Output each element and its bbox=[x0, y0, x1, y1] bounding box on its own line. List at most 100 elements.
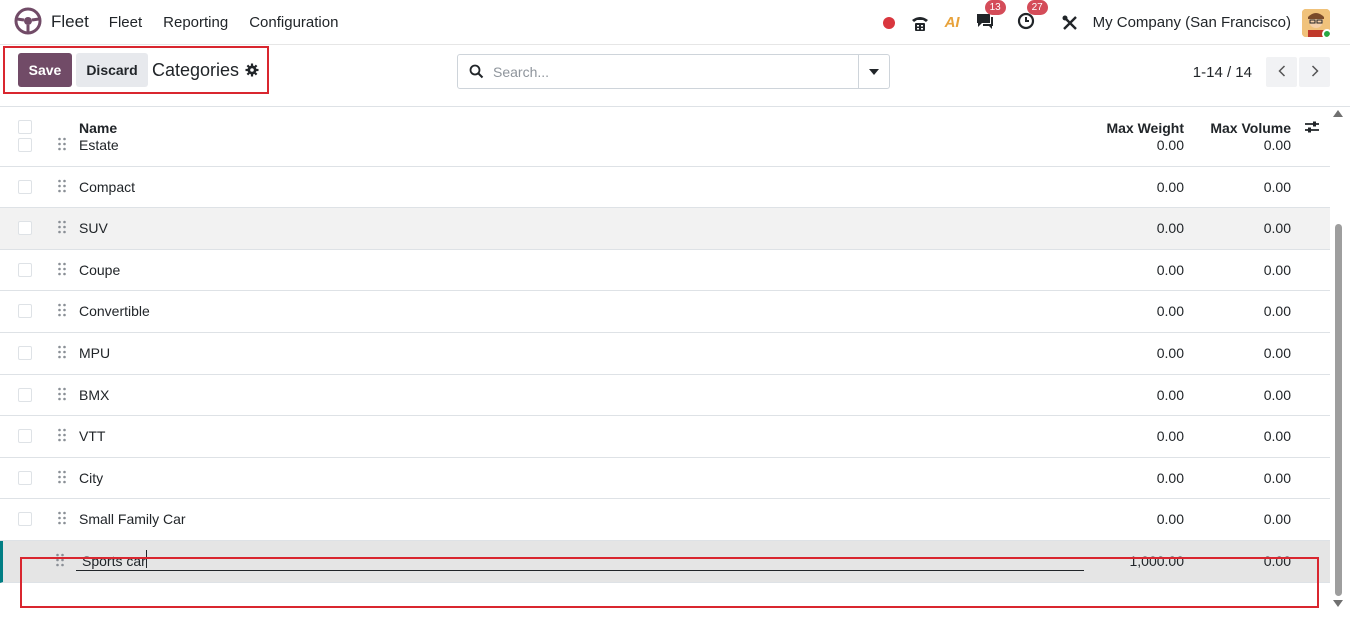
cell-max-weight[interactable]: 0.00 bbox=[1157, 137, 1184, 153]
row-checkbox[interactable] bbox=[18, 221, 32, 236]
cell-max-volume[interactable]: 0.00 bbox=[1264, 511, 1291, 527]
drag-handle-icon[interactable] bbox=[57, 428, 67, 445]
table-row[interactable]: BMX 0.00 0.00 bbox=[0, 375, 1330, 417]
form-actions-highlight: Save Discard Categories bbox=[3, 46, 269, 94]
row-checkbox[interactable] bbox=[18, 470, 32, 485]
cell-max-volume[interactable]: 0.00 bbox=[1264, 303, 1291, 319]
chevron-right-icon bbox=[1311, 64, 1319, 80]
cell-max-weight[interactable]: 0.00 bbox=[1157, 179, 1184, 195]
recording-dot-icon[interactable] bbox=[882, 16, 895, 29]
discard-button[interactable]: Discard bbox=[76, 53, 148, 87]
cell-max-weight[interactable]: 0.00 bbox=[1157, 345, 1184, 361]
cell-name[interactable]: VTT bbox=[79, 428, 105, 444]
caret-down-icon bbox=[869, 68, 879, 75]
row-checkbox[interactable] bbox=[18, 262, 32, 277]
search-bar bbox=[457, 54, 890, 89]
menu-reporting[interactable]: Reporting bbox=[163, 14, 228, 31]
table-row[interactable]: Small Family Car 0.00 0.00 bbox=[0, 499, 1330, 541]
table-row[interactable]: Compact 0.00 0.00 bbox=[0, 167, 1330, 209]
cell-max-volume[interactable]: 0.00 bbox=[1264, 262, 1291, 278]
menu-fleet[interactable]: Fleet bbox=[109, 14, 142, 31]
row-checkbox[interactable] bbox=[18, 179, 32, 194]
cell-max-weight[interactable]: 0.00 bbox=[1157, 220, 1184, 236]
drag-handle-icon[interactable] bbox=[57, 511, 67, 528]
save-button[interactable]: Save bbox=[18, 53, 72, 87]
table-row[interactable]: VTT 0.00 0.00 bbox=[0, 416, 1330, 458]
cell-max-volume[interactable]: 0.00 bbox=[1264, 345, 1291, 361]
row-checkbox[interactable] bbox=[18, 429, 32, 444]
scrollbar-thumb[interactable] bbox=[1335, 224, 1342, 596]
scrollbar[interactable] bbox=[1332, 108, 1345, 610]
fleet-logo-icon bbox=[14, 7, 42, 38]
ai-icon[interactable]: AI bbox=[945, 14, 960, 31]
cell-max-weight[interactable]: 0.00 bbox=[1157, 428, 1184, 444]
drag-handle-icon[interactable] bbox=[57, 387, 67, 404]
pager-value[interactable]: 1-14 / 14 bbox=[1193, 64, 1252, 81]
user-avatar[interactable] bbox=[1302, 8, 1330, 37]
row-checkbox[interactable] bbox=[18, 346, 32, 360]
activities-button[interactable]: 27 bbox=[1017, 0, 1048, 33]
search-icon bbox=[469, 64, 484, 79]
app-brand[interactable]: Fleet bbox=[14, 7, 89, 38]
ai-icon-label: AI bbox=[944, 14, 960, 31]
drag-handle-icon[interactable] bbox=[57, 137, 67, 154]
cell-max-weight[interactable]: 1,000.00 bbox=[1130, 553, 1185, 569]
cell-max-volume[interactable]: 0.00 bbox=[1264, 220, 1291, 236]
table-row[interactable]: Estate 0.00 0.00 bbox=[0, 125, 1330, 167]
cell-name[interactable]: Estate bbox=[79, 137, 119, 153]
drag-handle-icon[interactable] bbox=[57, 262, 67, 279]
pager-next-button[interactable] bbox=[1299, 57, 1330, 87]
drag-handle-icon[interactable] bbox=[57, 220, 67, 237]
row-checkbox[interactable] bbox=[18, 387, 32, 402]
name-input-underline bbox=[76, 570, 1084, 571]
row-checkbox[interactable] bbox=[18, 512, 32, 527]
drag-handle-icon[interactable] bbox=[57, 179, 67, 196]
cell-name[interactable]: SUV bbox=[79, 220, 108, 236]
cell-name[interactable]: Compact bbox=[79, 179, 135, 195]
gear-icon[interactable] bbox=[245, 63, 259, 77]
cell-max-volume[interactable]: 0.00 bbox=[1264, 387, 1291, 403]
scroll-up-arrow-icon[interactable] bbox=[1333, 110, 1343, 117]
cell-max-volume[interactable]: 0.00 bbox=[1264, 428, 1291, 444]
cell-name[interactable]: Small Family Car bbox=[79, 511, 186, 527]
pager-previous-button[interactable] bbox=[1266, 57, 1297, 87]
cell-max-weight[interactable]: 0.00 bbox=[1157, 262, 1184, 278]
editing-row[interactable]: Sports car 1,000.00 0.00 bbox=[0, 541, 1330, 583]
drag-handle-icon[interactable] bbox=[57, 303, 67, 320]
cell-name[interactable]: MPU bbox=[79, 345, 110, 361]
app-name[interactable]: Fleet bbox=[51, 12, 89, 32]
cell-max-volume[interactable]: 0.00 bbox=[1264, 137, 1291, 153]
cell-max-weight[interactable]: 0.00 bbox=[1157, 511, 1184, 527]
table-row[interactable]: Convertible 0.00 0.00 bbox=[0, 291, 1330, 333]
tools-icon[interactable] bbox=[1061, 14, 1079, 32]
cell-max-volume[interactable]: 0.00 bbox=[1264, 553, 1291, 569]
cell-name[interactable]: Coupe bbox=[79, 262, 120, 278]
table-row[interactable]: Coupe 0.00 0.00 bbox=[0, 250, 1330, 292]
search-options-toggle[interactable] bbox=[858, 55, 889, 88]
cell-name[interactable]: City bbox=[79, 470, 103, 486]
row-checkbox[interactable] bbox=[18, 138, 32, 152]
messages-button[interactable]: 13 bbox=[975, 0, 1006, 33]
cell-max-volume[interactable]: 0.00 bbox=[1264, 179, 1291, 195]
phone-icon[interactable] bbox=[910, 14, 930, 32]
cell-name[interactable]: BMX bbox=[79, 387, 109, 403]
name-input[interactable]: Sports car bbox=[82, 553, 146, 569]
drag-handle-icon[interactable] bbox=[57, 470, 67, 487]
table-row[interactable]: City 0.00 0.00 bbox=[0, 458, 1330, 500]
cell-max-weight[interactable]: 0.00 bbox=[1157, 303, 1184, 319]
scroll-down-arrow-icon[interactable] bbox=[1333, 600, 1343, 607]
company-switcher[interactable]: My Company (San Francisco) bbox=[1093, 14, 1291, 31]
search-input[interactable] bbox=[493, 63, 853, 80]
drag-handle-icon[interactable] bbox=[55, 553, 65, 570]
messages-badge: 13 bbox=[984, 0, 1006, 15]
cell-max-weight[interactable]: 0.00 bbox=[1157, 387, 1184, 403]
cell-max-weight[interactable]: 0.00 bbox=[1157, 470, 1184, 486]
main-menu: Fleet Reporting Configuration bbox=[109, 14, 360, 31]
drag-handle-icon[interactable] bbox=[57, 345, 67, 362]
cell-max-volume[interactable]: 0.00 bbox=[1264, 470, 1291, 486]
row-checkbox[interactable] bbox=[18, 304, 32, 319]
table-row[interactable]: SUV 0.00 0.00 bbox=[0, 208, 1330, 250]
cell-name[interactable]: Convertible bbox=[79, 303, 150, 319]
menu-configuration[interactable]: Configuration bbox=[249, 14, 338, 31]
table-row[interactable]: MPU 0.00 0.00 bbox=[0, 333, 1330, 375]
